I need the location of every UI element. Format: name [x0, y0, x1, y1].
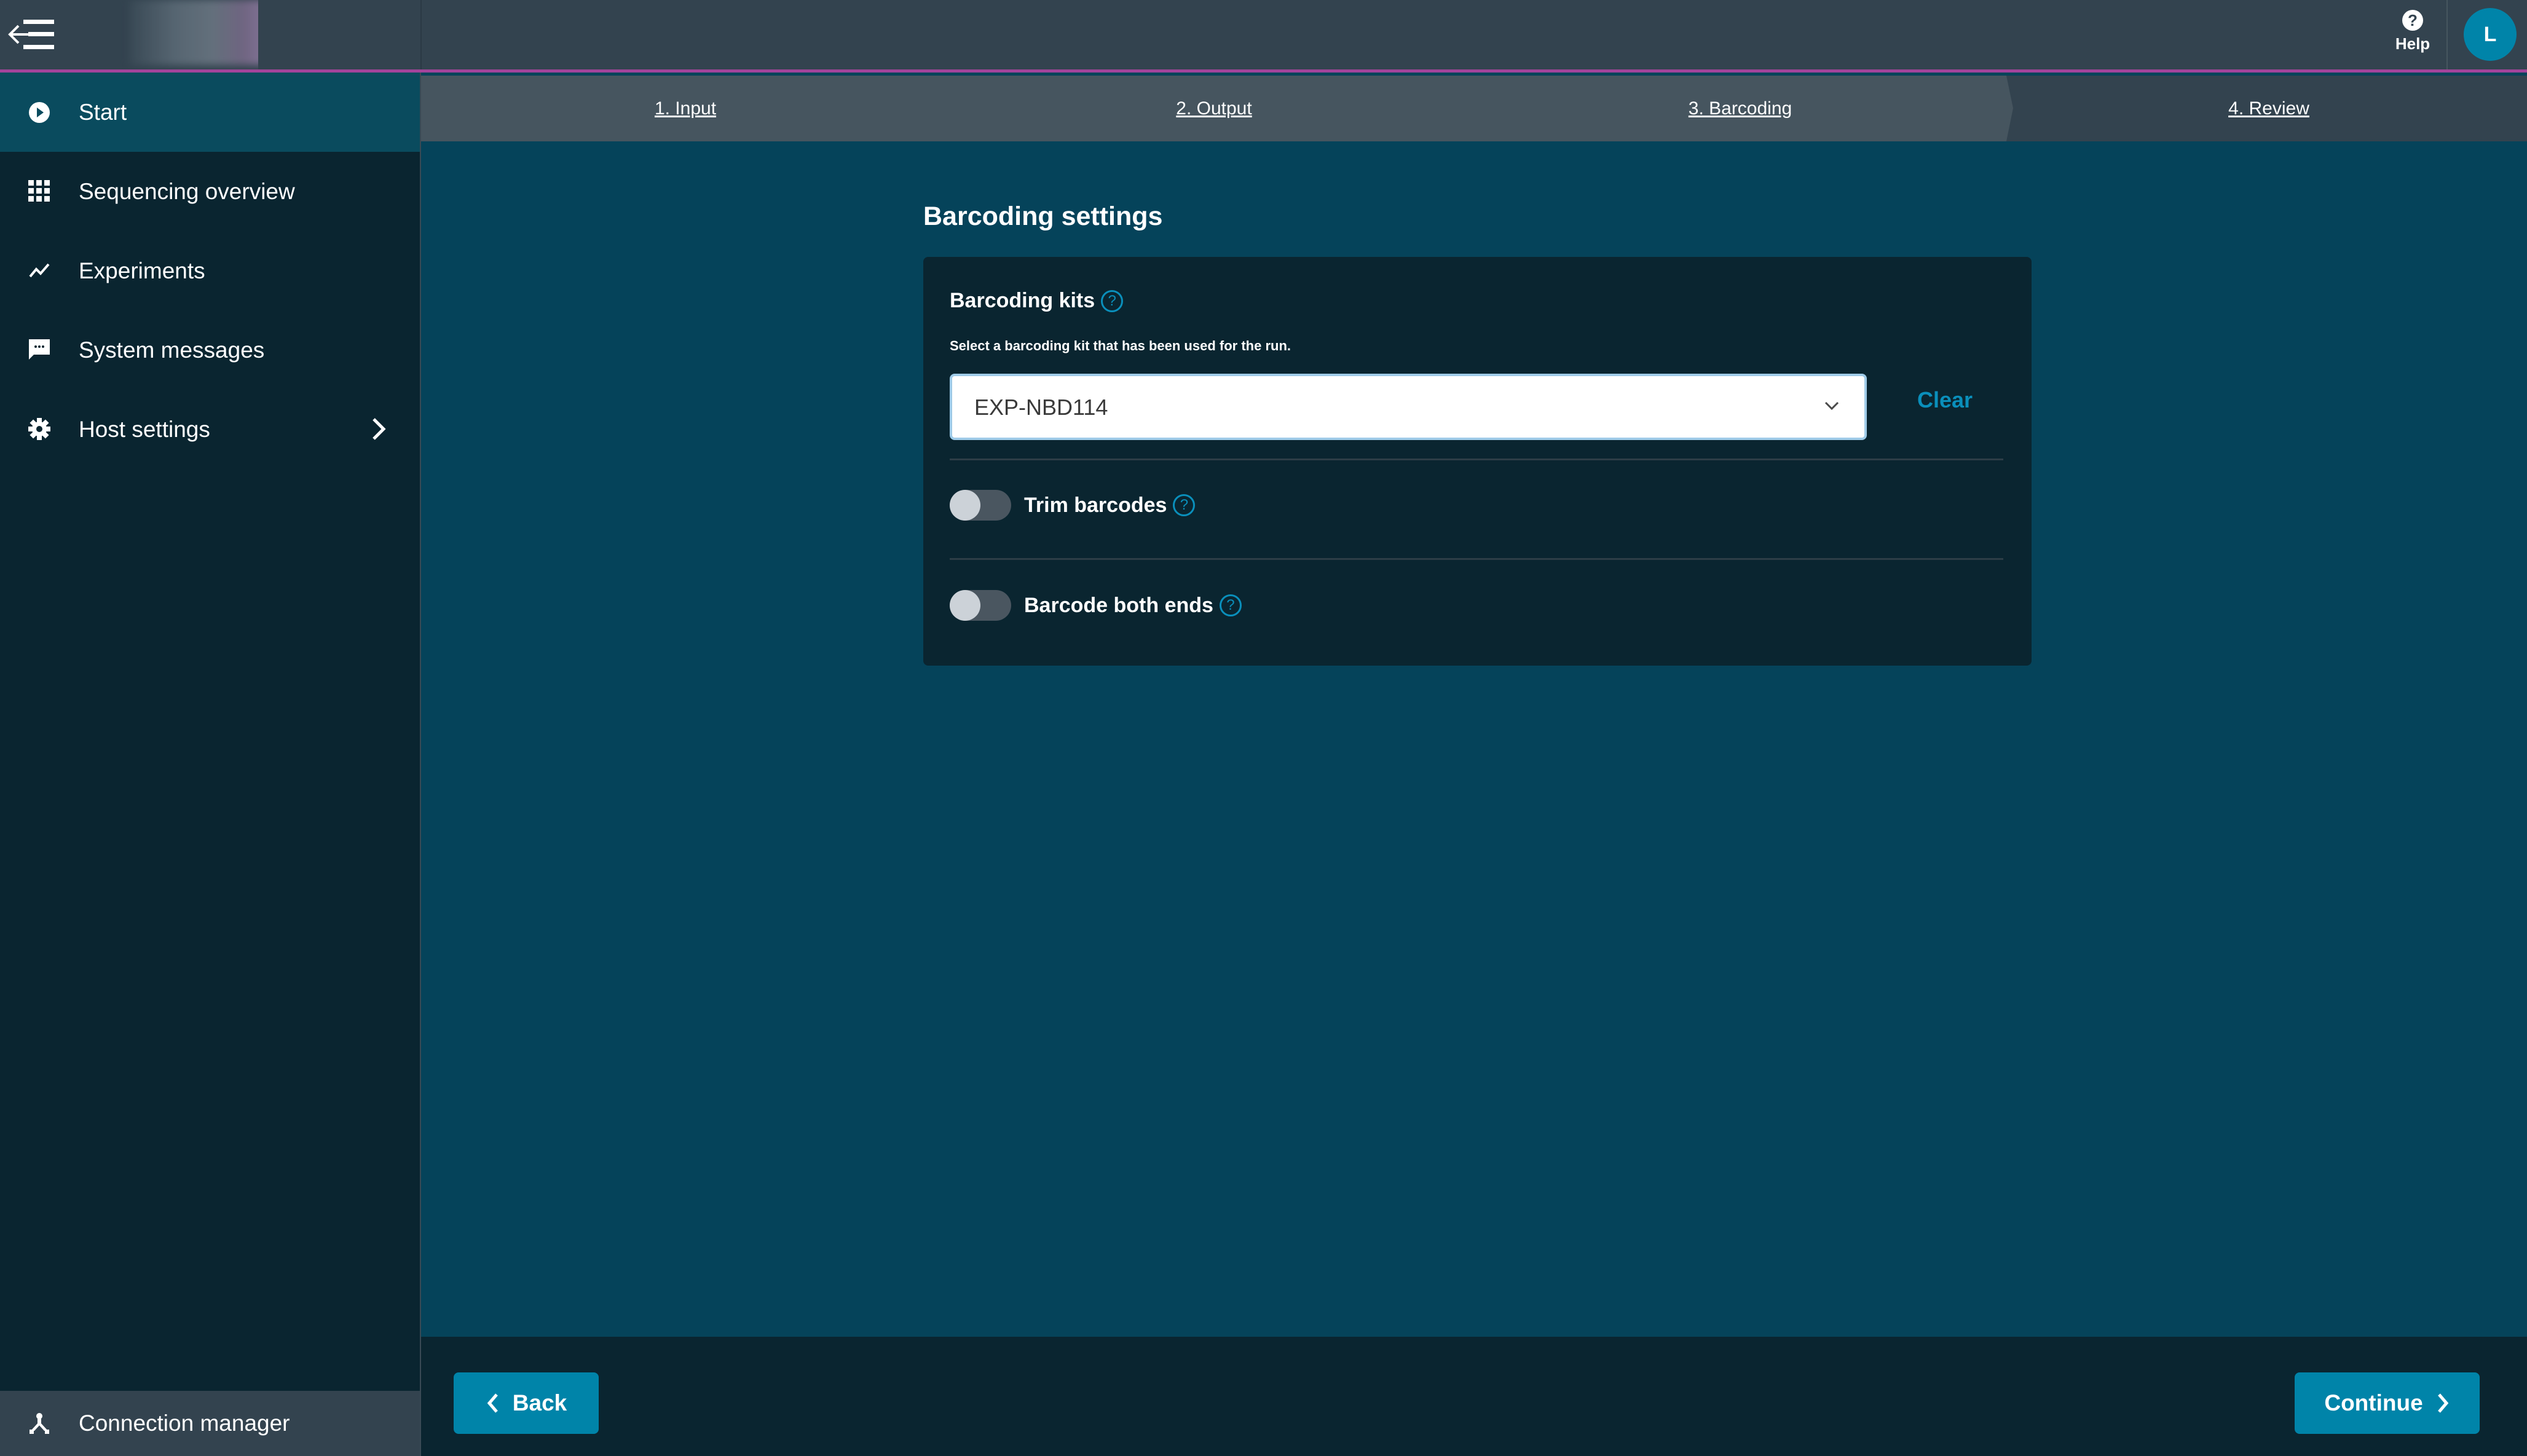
chevron-left-icon: [487, 1393, 498, 1413]
barcode-both-ends-toggle[interactable]: [950, 590, 1011, 621]
trim-barcodes-toggle[interactable]: [950, 490, 1011, 521]
barcode-both-ends-row: Barcode both ends ?: [950, 587, 1242, 624]
sidebar-item-experiments[interactable]: Experiments: [0, 231, 420, 310]
barcoding-kits-text: Barcoding kits: [950, 289, 1095, 312]
sidebar-item-label: System messages: [79, 337, 265, 363]
help-question-icon[interactable]: ?: [1173, 494, 1196, 516]
sidebar-item-label: Sequencing overview: [79, 179, 295, 204]
collapse-menu-button[interactable]: [7, 17, 57, 52]
header-divider: [420, 0, 422, 69]
trim-barcodes-label: Trim barcodes: [1024, 493, 1167, 517]
help-label: Help: [2395, 34, 2430, 53]
sidebar-item-connection-manager[interactable]: Connection manager: [0, 1391, 420, 1456]
wizard-stepper: 1. Input 2. Output 3. Barcoding 4. Revie…: [421, 76, 2527, 141]
collapse-menu-icon: [8, 20, 54, 49]
barcoding-kit-select[interactable]: EXP-NBD114: [950, 374, 1867, 440]
sidebar-item-label: Connection manager: [79, 1411, 290, 1436]
barcoding-kits-label: Barcoding kits ?: [950, 289, 1124, 313]
sidebar-item-host-settings[interactable]: Host settings: [0, 390, 420, 469]
barcoding-kit-selected-value: EXP-NBD114: [974, 395, 1108, 420]
divider: [950, 558, 2003, 560]
toggle-knob: [950, 490, 980, 521]
continue-button-label: Continue: [2324, 1390, 2423, 1415]
chevron-down-icon: [1824, 401, 1839, 411]
sidebar-item-system-messages[interactable]: System messages: [0, 310, 420, 390]
grid-icon: [28, 179, 51, 203]
toggle-knob: [950, 590, 980, 621]
sidebar-item-label: Host settings: [79, 417, 210, 442]
trend-line-icon: [28, 259, 51, 282]
chevron-right-icon: [2437, 1393, 2448, 1413]
step-barcoding[interactable]: 3. Barcoding: [1476, 76, 2005, 141]
help-button[interactable]: ? Help: [2388, 10, 2437, 59]
divider: [950, 458, 2003, 460]
step-input[interactable]: 1. Input: [421, 76, 950, 141]
step-output[interactable]: 2. Output: [950, 76, 1478, 141]
help-question-icon[interactable]: ?: [1219, 594, 1242, 616]
clear-button[interactable]: Clear: [1917, 387, 1973, 413]
app-logo: [61, 0, 258, 69]
sidebar-item-start[interactable]: Start: [0, 73, 420, 152]
play-circle-icon: [28, 101, 51, 124]
chevron-right-icon: [373, 418, 386, 440]
network-icon: [28, 1412, 51, 1435]
barcode-both-ends-label: Barcode both ends: [1024, 593, 1213, 617]
back-button-label: Back: [512, 1390, 567, 1415]
help-question-icon[interactable]: ?: [1101, 289, 1124, 312]
gear-icon: [28, 417, 51, 441]
step-review[interactable]: 4. Review: [2005, 76, 2527, 141]
header-divider: [2446, 0, 2448, 69]
user-avatar[interactable]: L: [2464, 8, 2517, 61]
footer-bar: Back Continue: [421, 1337, 2527, 1456]
sidebar-item-sequencing-overview[interactable]: Sequencing overview: [0, 152, 420, 231]
question-circle-icon: ?: [2402, 10, 2423, 31]
top-header: ? Help L: [0, 0, 2527, 73]
sidebar-item-label: Start: [79, 100, 127, 125]
back-button[interactable]: Back: [454, 1372, 599, 1434]
chat-bubble-icon: [28, 338, 51, 361]
sidebar-item-label: Experiments: [79, 258, 205, 283]
trim-barcodes-row: Trim barcodes ?: [950, 487, 1196, 524]
barcoding-kits-helper-text: Select a barcoding kit that has been use…: [950, 338, 1291, 353]
continue-button[interactable]: Continue: [2295, 1372, 2480, 1434]
page-title: Barcoding settings: [923, 202, 1163, 231]
sidebar: Start Sequencing overview Experiments Sy…: [0, 73, 421, 1456]
barcoding-settings-panel: Barcoding kits ? Select a barcoding kit …: [923, 257, 2032, 666]
